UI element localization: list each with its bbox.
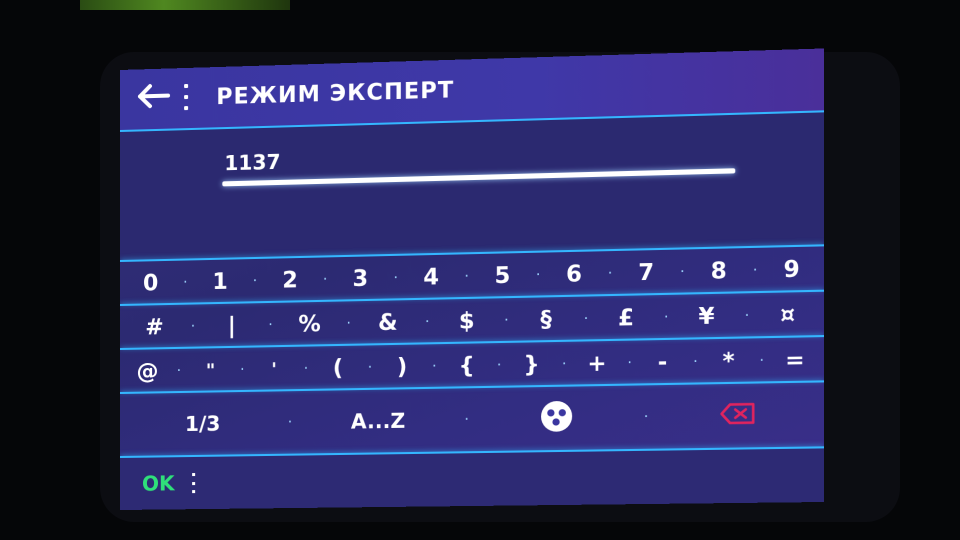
key-pipe[interactable]: |: [197, 313, 266, 339]
key-separator: ·: [393, 269, 398, 287]
key-close-paren[interactable]: ): [374, 354, 430, 380]
key-pound[interactable]: £: [590, 305, 662, 332]
key-3[interactable]: 3: [329, 266, 391, 293]
key-separator: ·: [464, 268, 470, 285]
keyboard-row-functions: 1/3 · A...Z · ·: [120, 380, 825, 456]
page-title: РЕЖИМ ЭКСПЕРТ: [216, 78, 455, 111]
arrow-left-icon: [137, 83, 170, 108]
code-input-value[interactable]: 1137: [224, 150, 280, 176]
key-separator: ·: [252, 273, 258, 290]
key-separator: ·: [680, 263, 685, 281]
key-double-quote[interactable]: ": [183, 359, 238, 381]
key-separator: ·: [583, 310, 589, 328]
key-7[interactable]: 7: [614, 259, 678, 286]
key-separator: ·: [663, 309, 669, 326]
key-section[interactable]: §: [510, 306, 581, 333]
key-separator: ·: [752, 262, 758, 279]
key-separator: ·: [424, 313, 430, 331]
key-close-brace[interactable]: }: [503, 352, 560, 378]
key-separator: ·: [759, 352, 765, 370]
delete-button[interactable]: [650, 400, 824, 430]
key-yen[interactable]: ¥: [670, 303, 742, 330]
key-currency[interactable]: ¤: [751, 302, 824, 329]
key-4[interactable]: 4: [400, 264, 463, 291]
key-separator: ·: [643, 408, 649, 426]
key-percent[interactable]: %: [275, 311, 345, 338]
key-separator: ·: [240, 361, 245, 378]
emoji-button[interactable]: [471, 399, 642, 437]
key-minus[interactable]: -: [634, 349, 691, 376]
key-separator: ·: [432, 358, 437, 375]
footer-bar: OK: [120, 446, 825, 510]
key-equals[interactable]: =: [766, 347, 824, 374]
input-area: 1137: [120, 112, 825, 260]
key-separator: ·: [607, 265, 613, 282]
ok-button[interactable]: OK: [142, 471, 175, 495]
key-ampersand[interactable]: &: [353, 309, 423, 336]
key-single-quote[interactable]: ': [246, 358, 302, 380]
key-separator: ·: [535, 266, 541, 284]
backspace-icon: [719, 402, 755, 425]
key-at[interactable]: @: [120, 359, 175, 385]
key-5[interactable]: 5: [471, 262, 534, 289]
key-0[interactable]: 0: [120, 270, 181, 296]
key-hash[interactable]: #: [120, 314, 189, 340]
alphabet-toggle-button[interactable]: A...Z: [294, 408, 463, 435]
key-8[interactable]: 8: [687, 258, 751, 285]
key-separator: ·: [190, 318, 196, 335]
key-separator: ·: [176, 362, 182, 380]
key-2[interactable]: 2: [259, 267, 321, 294]
key-separator: ·: [496, 357, 502, 374]
back-button[interactable]: [136, 80, 172, 111]
menu-dots-icon[interactable]: [184, 83, 190, 111]
key-separator: ·: [268, 316, 273, 334]
key-separator: ·: [367, 359, 373, 376]
key-separator: ·: [183, 274, 188, 291]
key-asterisk[interactable]: *: [700, 348, 758, 375]
key-separator: ·: [627, 354, 632, 372]
key-separator: ·: [504, 312, 509, 329]
key-separator: ·: [464, 411, 469, 428]
emoji-icon: [540, 400, 572, 432]
key-6[interactable]: 6: [542, 261, 606, 288]
key-1[interactable]: 1: [189, 269, 251, 295]
key-plus[interactable]: +: [568, 350, 625, 377]
screen: РЕЖИМ ЭКСПЕРТ 1137 0 · 1 · 2 · 3 · 4 · 5 · 6 · …: [120, 48, 825, 510]
keyboard: 0 · 1 · 2 · 3 · 4 · 5 · 6 · 7 · 8 · 9 # · | · % · & ·…: [120, 244, 825, 456]
key-open-brace[interactable]: {: [438, 353, 495, 379]
background-light: [80, 0, 290, 10]
key-separator: ·: [322, 271, 328, 288]
key-separator: ·: [561, 356, 567, 373]
key-separator: ·: [346, 315, 351, 332]
page-toggle-button[interactable]: 1/3: [120, 410, 286, 437]
key-separator: ·: [744, 307, 750, 325]
key-separator: ·: [303, 360, 309, 377]
key-separator: ·: [287, 414, 293, 431]
vertical-dots-icon[interactable]: [192, 473, 196, 494]
key-9[interactable]: 9: [759, 256, 824, 283]
key-dollar[interactable]: $: [431, 308, 502, 335]
key-separator: ·: [693, 353, 698, 371]
input-underline: [222, 168, 736, 187]
key-open-paren[interactable]: (: [310, 355, 366, 381]
